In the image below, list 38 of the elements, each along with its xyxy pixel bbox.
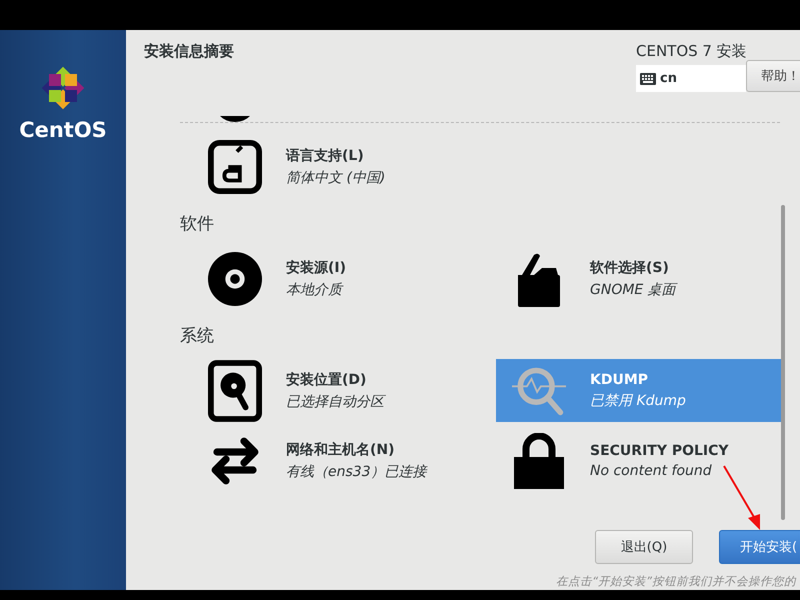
summary-item[interactable]: 软件选择(S) GNOME 桌面 (496, 247, 781, 310)
product-title: CENTOS 7 安装 (636, 42, 747, 61)
footer-note: 在点击“开始安装”按钮前我们并不会操作您的 (555, 573, 798, 589)
logo-icon (39, 64, 87, 112)
item-status: 已选择自动分区 (286, 392, 384, 410)
keyboard-layout-value: cn (660, 71, 677, 86)
item-title: KDUMP (590, 372, 650, 388)
summary-item[interactable]: 网络和主机名(N) 有线（ens33）已连接 (180, 429, 496, 492)
item-status: GNOME 桌面 (590, 280, 676, 298)
disc-icon (208, 250, 262, 306)
item-status: No content found (590, 462, 713, 478)
item-title: SECURITY POLICY (590, 442, 729, 458)
section-heading: 系统 (180, 325, 215, 348)
item-title: 安装源(I) (286, 258, 346, 276)
item-title: 安装位置(D) (286, 370, 368, 388)
round-icon (220, 116, 250, 122)
scrollbar[interactable] (781, 205, 785, 520)
keyboard-icon (640, 72, 656, 84)
section-heading: 软件 (180, 213, 215, 236)
item-status: 简体中文 (中国) (286, 168, 386, 186)
letter-icon (208, 138, 262, 194)
item-status: 有线（ens33）已连接 (286, 462, 427, 480)
item-title: 软件选择(S) (590, 258, 670, 276)
page-title: 安装信息摘要 (144, 42, 234, 62)
keyboard-layout-field[interactable]: cn (636, 65, 746, 92)
help-button[interactable]: 帮助！ (746, 60, 800, 92)
summary-item[interactable]: 安装位置(D) 已选择自动分区 (180, 359, 496, 422)
begin-install-button[interactable]: 开始安装( (719, 530, 800, 564)
item-status: 本地介质 (286, 280, 344, 298)
summary-item[interactable]: 语言支持(L) 简体中文 (中国) (180, 135, 496, 198)
quit-button[interactable]: 退出(Q) (595, 530, 693, 564)
item-title: 网络和主机名(N) (286, 440, 396, 458)
item-title: 语言支持(L) (286, 146, 365, 164)
summary-item[interactable]: 安装源(I) 本地介质 (180, 247, 496, 310)
brand-name: CentOS (19, 118, 107, 142)
lock-icon (514, 432, 564, 488)
item-status: 已禁用 Kdump (590, 392, 686, 410)
summary-item[interactable]: SECURITY POLICY No content found (496, 429, 781, 492)
